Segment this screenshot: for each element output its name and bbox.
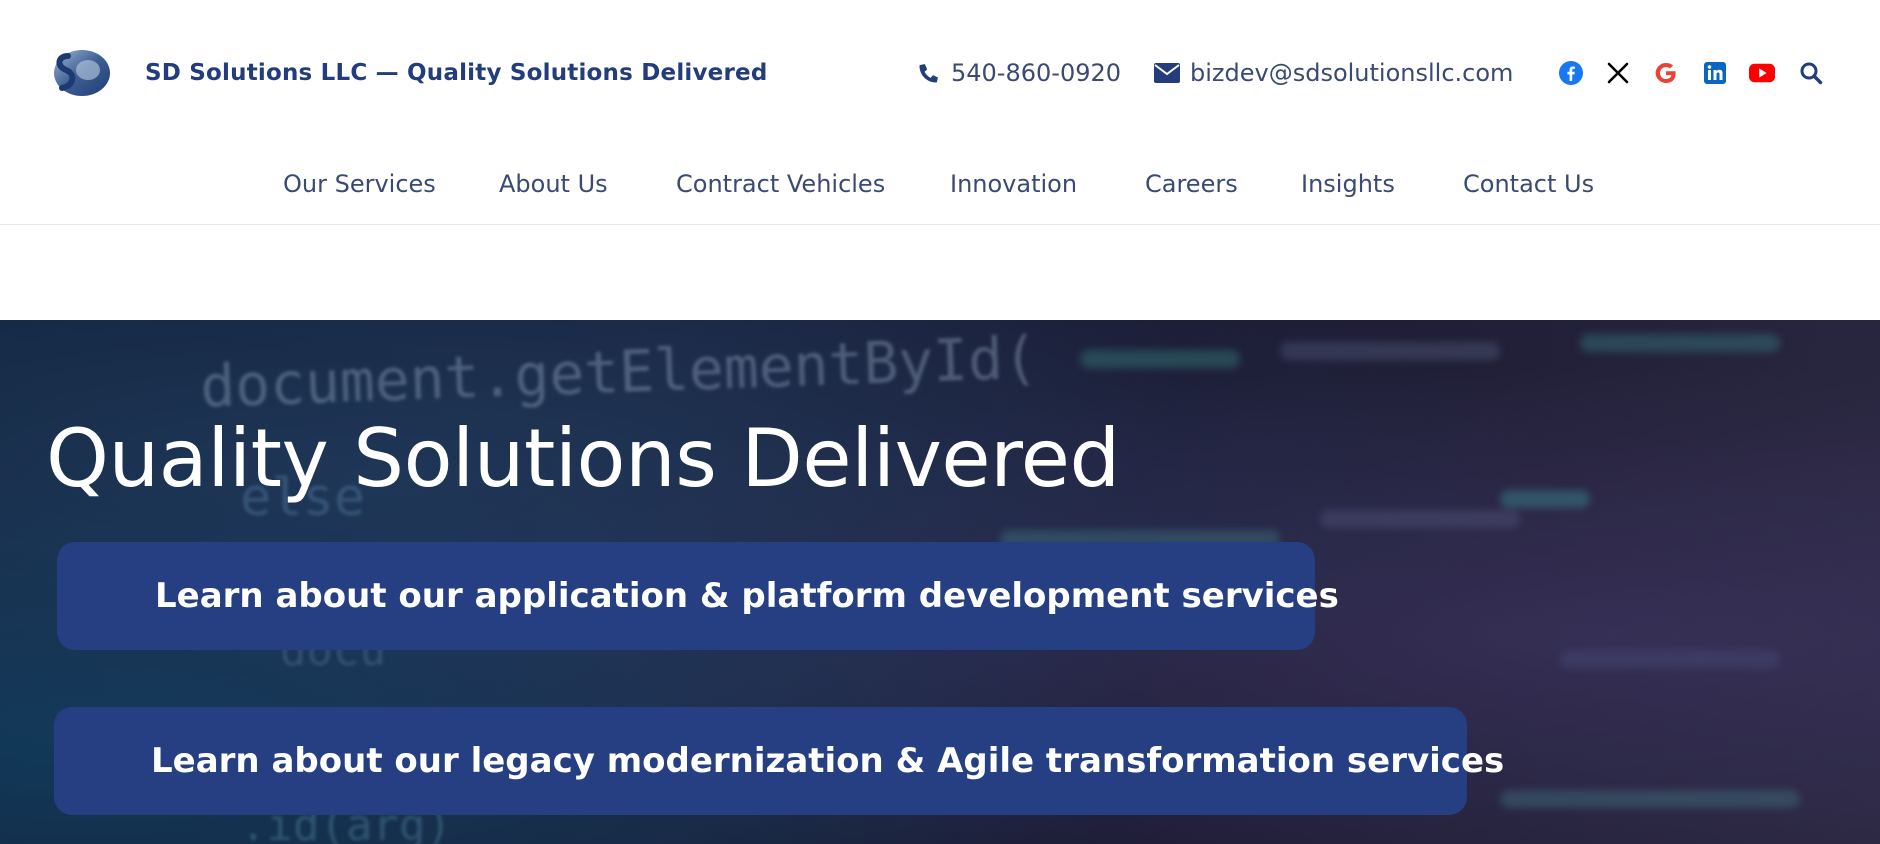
envelope-icon [1154,63,1180,83]
nav-our-services[interactable]: Our Services [283,170,436,198]
background-code-smear [1500,790,1800,808]
site-title[interactable]: SD Solutions LLC — Quality Solutions Del… [145,60,768,86]
site-header: SD Solutions LLC — Quality Solutions Del… [0,0,1880,150]
nav-about-us[interactable]: About Us [499,170,608,198]
linkedin-icon[interactable] [1702,60,1728,86]
phone-number: 540-860-0920 [951,59,1122,87]
background-code-line: document.getElementById( [199,323,1039,421]
site-logo[interactable] [48,48,112,98]
cta-legacy-modernization-button[interactable]: Learn about our legacy modernization & A… [54,707,1504,815]
youtube-icon[interactable] [1749,60,1775,86]
background-code-smear [1080,350,1240,368]
nav-contact-us[interactable]: Contact Us [1463,170,1594,198]
email-address: bizdev@sdsolutionsllc.com [1190,59,1514,87]
background-code-smear [1560,650,1780,668]
google-icon[interactable] [1653,60,1679,86]
nav-careers[interactable]: Careers [1145,170,1238,198]
phone-contact[interactable]: 540-860-0920 [917,59,1121,87]
facebook-icon[interactable] [1558,60,1584,86]
x-icon[interactable] [1605,60,1631,86]
hero-section: document.getElementById( else docu .id(a… [0,320,1880,844]
search-icon[interactable] [1798,60,1824,86]
main-nav: Our Services About Us Contract Vehicles … [0,170,1880,204]
nav-contract-vehicles[interactable]: Contract Vehicles [676,170,885,198]
hero-title: Quality Solutions Delivered [46,412,1120,505]
cta-application-platform-button[interactable]: Learn about our application & platform d… [57,542,1339,650]
background-code-smear [1500,490,1590,508]
background-code-smear [1280,342,1500,360]
background-code-smear [1580,334,1780,352]
email-contact[interactable]: bizdev@sdsolutionsllc.com [1154,59,1513,87]
phone-icon [917,61,941,85]
nav-innovation[interactable]: Innovation [950,170,1077,198]
background-code-smear [1320,510,1520,528]
header-divider [0,224,1880,225]
nav-insights[interactable]: Insights [1301,170,1395,198]
